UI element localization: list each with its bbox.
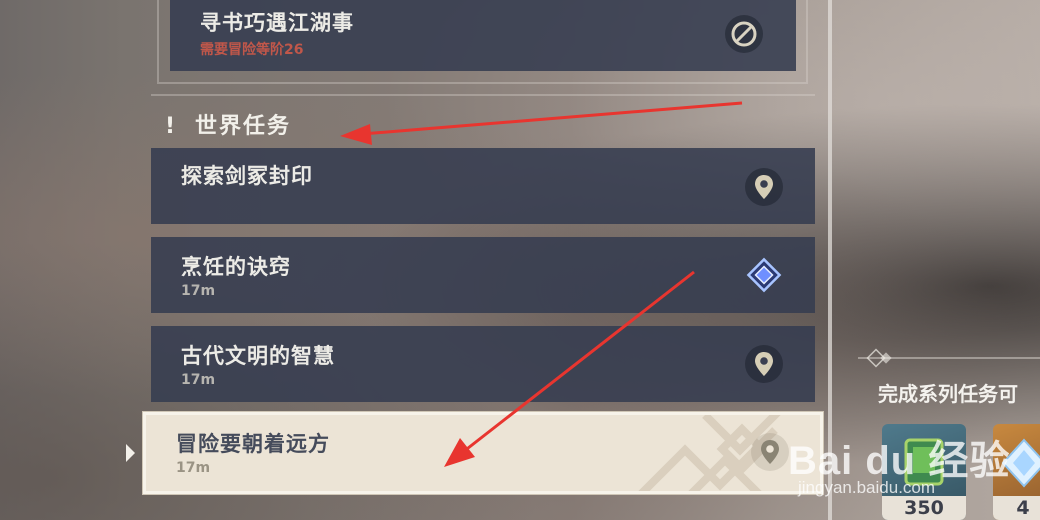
quest-title: 烹饪的诀窍 — [181, 255, 291, 279]
quest-card[interactable]: 古代文明的智慧 17m — [151, 326, 815, 402]
ornament-divider — [858, 348, 1040, 368]
map-pin-icon — [745, 168, 783, 206]
reward-count: 4 — [993, 496, 1040, 520]
quest-card[interactable]: 烹饪的诀窍 17m — [151, 237, 815, 313]
reward-item[interactable]: 350 — [882, 424, 966, 520]
section-title: 世界任务 — [195, 114, 292, 139]
quest-title: 古代文明的智慧 — [181, 344, 335, 368]
quest-card-locked[interactable]: 寻书巧遇江湖事 需要冒险等阶26 — [170, 0, 796, 71]
quest-distance: 17m — [176, 460, 211, 476]
reward-count: 350 — [882, 496, 966, 520]
prohibited-icon — [725, 15, 763, 53]
quest-distance: 17m — [181, 283, 216, 299]
selection-indicator-icon — [126, 444, 135, 462]
quest-card-selected[interactable]: 冒险要朝着远方 17m — [142, 411, 824, 495]
primogem-icon — [1001, 438, 1040, 488]
reward-item[interactable]: 4 — [993, 424, 1040, 520]
reward-label: 完成系列任务可 — [878, 382, 1018, 406]
quest-requirement: 需要冒险等阶26 — [200, 42, 304, 58]
section-header-world-quests: ! 世界任务 — [165, 108, 291, 140]
map-pin-icon — [745, 345, 783, 383]
diamond-waypoint-icon — [745, 256, 783, 294]
map-pin-icon — [751, 433, 789, 471]
exclamation-icon: ! — [165, 114, 178, 139]
quest-title: 冒险要朝着远方 — [176, 432, 330, 456]
experience-book-icon — [904, 438, 944, 486]
quest-card[interactable]: 探索剑冢封印 — [151, 148, 815, 224]
scrollbar[interactable] — [828, 0, 832, 520]
quest-title: 探索剑冢封印 — [181, 164, 313, 188]
quest-title: 寻书巧遇江湖事 — [200, 11, 354, 35]
section-divider — [151, 94, 815, 96]
quest-distance: 17m — [181, 372, 216, 388]
